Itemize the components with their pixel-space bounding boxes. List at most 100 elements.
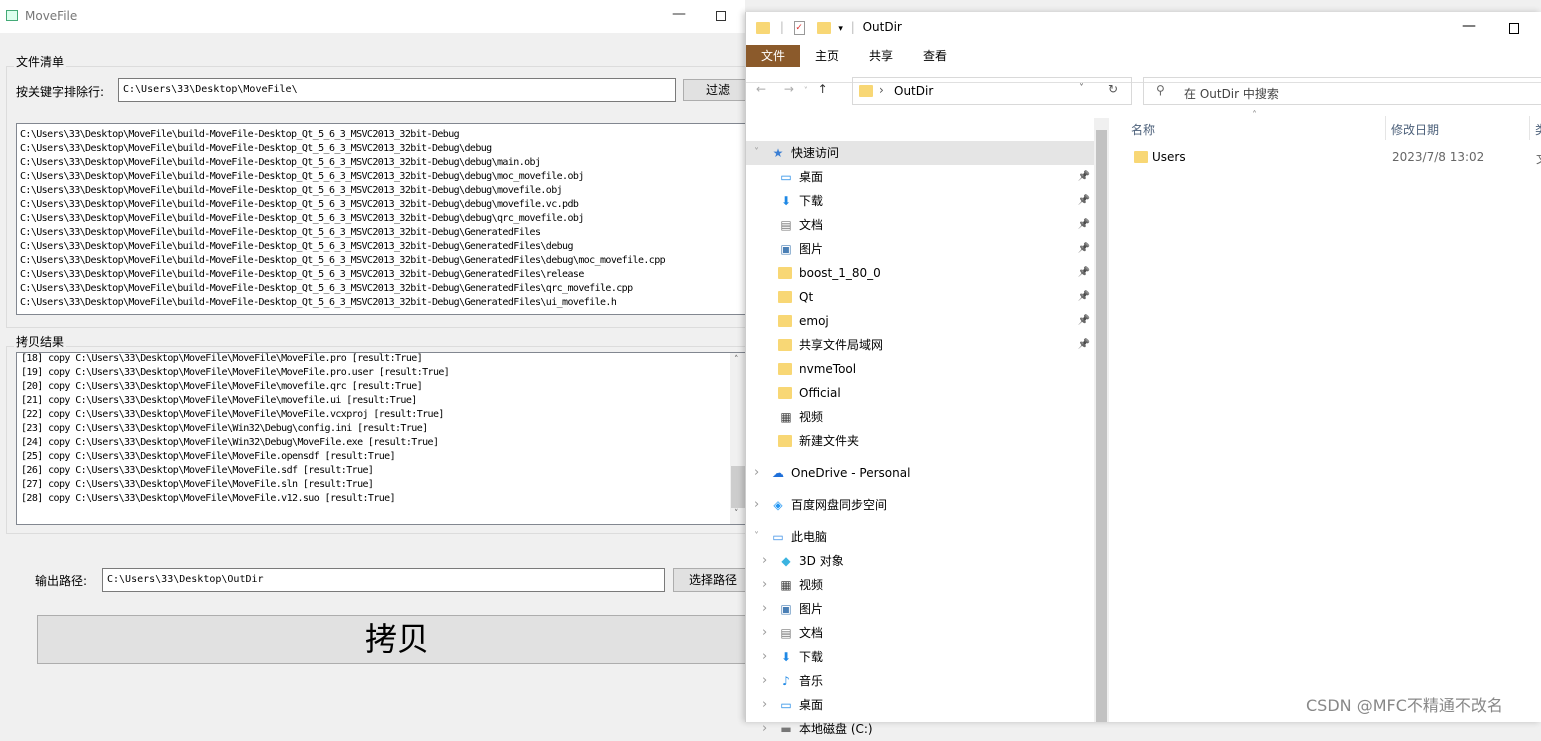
refresh-icon[interactable]: ↻	[1108, 82, 1118, 96]
nav-item[interactable]: › ◈ 百度网盘同步空间	[746, 493, 1094, 517]
pin-icon[interactable]: 📌	[1078, 189, 1090, 213]
nav-item[interactable]: › ⬇ 下载	[746, 645, 1094, 669]
file-row[interactable]: Users 2023/7/8 13:02 文	[1109, 146, 1541, 168]
log-line: [18] copy C:\Users\33\Desktop\MoveFile\M…	[21, 353, 423, 364]
list-item[interactable]: C:\Users\33\Desktop\MoveFile\build-MoveF…	[20, 296, 752, 310]
file-type: 文	[1536, 150, 1541, 167]
nav-item[interactable]: ▤ 文档 📌	[746, 213, 1094, 237]
baidu-icon: ◈	[773, 498, 783, 512]
nav-item[interactable]: ▭ 桌面 📌	[746, 165, 1094, 189]
minimize-button[interactable]: —	[1462, 18, 1476, 34]
scroll-down-icon[interactable]: ˅	[734, 509, 739, 519]
pin-icon[interactable]: 📌	[1078, 165, 1090, 189]
list-item[interactable]: C:\Users\33\Desktop\MoveFile\build-MoveF…	[20, 212, 752, 226]
list-item[interactable]: C:\Users\33\Desktop\MoveFile\build-MoveF…	[20, 156, 752, 170]
explorer-window: | ✓ ▾ | OutDir — 文件 主页 共享 查看 ← → ˅ ↑ › OutD…	[745, 12, 1541, 736]
list-item[interactable]: C:\Users\33\Desktop\MoveFile\build-MoveF…	[20, 268, 752, 282]
list-item[interactable]: C:\Users\33\Desktop\MoveFile\build-MoveF…	[20, 240, 752, 254]
back-icon[interactable]: ←	[756, 82, 766, 96]
file-list[interactable]: C:\Users\33\Desktop\MoveFile\build-MoveF…	[16, 123, 756, 315]
chevron-right-icon[interactable]: ›	[762, 669, 767, 693]
log-line: [22] copy C:\Users\33\Desktop\MoveFile\M…	[21, 409, 444, 420]
chevron-right-icon[interactable]: ›	[762, 693, 767, 717]
nav-scrollbar[interactable]	[1094, 118, 1109, 722]
copy-button[interactable]: 拷贝	[37, 615, 757, 664]
pin-icon[interactable]: 📌	[1078, 237, 1090, 261]
nav-item[interactable]: › ▦ 视频	[746, 573, 1094, 597]
nav-item[interactable]: ⬇ 下载 📌	[746, 189, 1094, 213]
ribbon-tab[interactable]: 查看	[909, 45, 961, 67]
chevron-down-icon[interactable]: ˅	[754, 141, 759, 165]
chevron-right-icon[interactable]: ›	[762, 645, 767, 669]
ribbon-tab[interactable]: 主页	[801, 45, 853, 67]
nav-item[interactable]: Official	[746, 381, 1094, 405]
cloud-icon: ☁	[772, 466, 784, 480]
maximize-button[interactable]	[716, 11, 726, 21]
nav-item[interactable]: › ◆ 3D 对象	[746, 549, 1094, 573]
customize-dropdown-icon[interactable]: ▾	[838, 24, 843, 34]
ribbon-tab[interactable]: 共享	[855, 45, 907, 67]
scroll-up-icon[interactable]: ˄	[734, 355, 739, 365]
nav-item[interactable]: ▣ 图片 📌	[746, 237, 1094, 261]
chevron-right-icon[interactable]: ›	[762, 549, 767, 573]
new-folder-icon[interactable]	[816, 21, 831, 34]
address-bar[interactable]: › OutDir ˅ ↻	[852, 77, 1132, 105]
scroll-thumb[interactable]	[731, 466, 746, 508]
filter-input[interactable]: C:\Users\33\Desktop\MoveFile\	[118, 78, 676, 102]
pin-icon[interactable]: 📌	[1078, 261, 1090, 285]
list-item[interactable]: C:\Users\33\Desktop\MoveFile\build-MoveF…	[20, 254, 752, 268]
list-item[interactable]: C:\Users\33\Desktop\MoveFile\build-MoveF…	[20, 226, 752, 240]
chevron-right-icon[interactable]: ›	[762, 717, 767, 741]
nav-item[interactable]: Qt 📌	[746, 285, 1094, 309]
nav-item[interactable]: › ▣ 图片	[746, 597, 1094, 621]
chevron-right-icon[interactable]: ›	[754, 493, 759, 517]
output-path-input[interactable]: C:\Users\33\Desktop\OutDir	[102, 568, 665, 592]
pin-icon[interactable]: 📌	[1078, 213, 1090, 237]
nav-item[interactable]: nvmeTool	[746, 357, 1094, 381]
column-type[interactable]: 类	[1535, 121, 1541, 138]
chevron-right-icon[interactable]: ›	[762, 573, 767, 597]
up-icon[interactable]: ↑	[818, 82, 828, 96]
nav-item[interactable]: › ▭ 桌面	[746, 693, 1094, 717]
maximize-button[interactable]	[1509, 23, 1519, 34]
nav-item[interactable]: 共享文件局域网 📌	[746, 333, 1094, 357]
properties-icon[interactable]: ✓	[793, 20, 805, 35]
nav-item[interactable]: ˅ ★ 快速访问	[746, 141, 1094, 165]
column-date[interactable]: 修改日期	[1391, 121, 1439, 138]
column-name[interactable]: 名称	[1131, 121, 1155, 138]
list-item[interactable]: C:\Users\33\Desktop\MoveFile\build-MoveF…	[20, 128, 752, 142]
pin-icon[interactable]: 📌	[1078, 285, 1090, 309]
nav-item[interactable]: › ▤ 文档	[746, 621, 1094, 645]
nav-item[interactable]: › ♪ 音乐	[746, 669, 1094, 693]
nav-item[interactable]: emoj 📌	[746, 309, 1094, 333]
nav-item[interactable]: ▦ 视频	[746, 405, 1094, 429]
choose-path-button[interactable]: 选择路径	[673, 568, 753, 592]
scroll-thumb[interactable]	[1096, 130, 1107, 722]
list-item[interactable]: C:\Users\33\Desktop\MoveFile\build-MoveF…	[20, 170, 752, 184]
copy-log[interactable]: [18] copy C:\Users\33\Desktop\MoveFile\M…	[16, 352, 756, 525]
chevron-right-icon[interactable]: ›	[754, 461, 759, 485]
nav-item[interactable]: › ☁ OneDrive - Personal	[746, 461, 1094, 485]
address-dropdown-icon[interactable]: ˅	[1079, 83, 1084, 94]
nav-item[interactable]: ˅ ▭ 此电脑	[746, 525, 1094, 549]
folder-icon	[778, 363, 792, 375]
filter-button[interactable]: 过滤	[683, 79, 753, 101]
chevron-right-icon[interactable]: ›	[762, 621, 767, 645]
forward-icon[interactable]: →	[784, 82, 794, 96]
list-item[interactable]: C:\Users\33\Desktop\MoveFile\build-MoveF…	[20, 184, 752, 198]
pin-icon[interactable]: 📌	[1078, 309, 1090, 333]
search-box[interactable]: ⚲ 在 OutDir 中搜索	[1143, 77, 1541, 105]
pin-icon[interactable]: 📌	[1078, 333, 1090, 357]
chevron-down-icon[interactable]: ˅	[754, 525, 759, 549]
nav-item[interactable]: boost_1_80_0 📌	[746, 261, 1094, 285]
list-item[interactable]: C:\Users\33\Desktop\MoveFile\build-MoveF…	[20, 198, 752, 212]
chevron-right-icon[interactable]: ›	[762, 597, 767, 621]
recent-dropdown-icon[interactable]: ˅	[804, 86, 808, 95]
search-placeholder: 在 OutDir 中搜索	[1184, 87, 1279, 101]
list-item[interactable]: C:\Users\33\Desktop\MoveFile\build-MoveF…	[20, 142, 752, 156]
nav-item[interactable]: › ▬ 本地磁盘 (C:)	[746, 717, 1094, 741]
minimize-button[interactable]: —	[672, 6, 686, 22]
ribbon-tab[interactable]: 文件	[746, 45, 801, 67]
list-item[interactable]: C:\Users\33\Desktop\MoveFile\build-MoveF…	[20, 282, 752, 296]
nav-item[interactable]: 新建文件夹	[746, 429, 1094, 453]
